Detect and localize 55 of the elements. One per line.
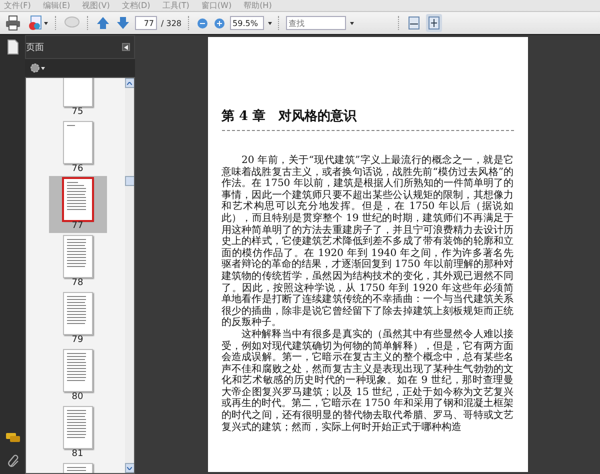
- body-paragraph: 这种解释当中有很多是真实的（虽然其中有些显然令人难以接受，例如对现代建筑确切为何物的简单解释），但是，它有两方面会造成误解。第一，它暗示在复古主义的整个概念中，总有某些名声不佳和腐败之处，然而复古主义是表现出现了某种生气勃勃的文化和艺术敏感的历史时代的一种现象。如在 9 世纪，那时查理曼大帝企图复兴罗马建筑；以及 15 世纪，正处于如今称为文艺复兴或再生的时代。第二，它暗示在 1750 年和采用了钢和混凝土框架的时代之间，还有很明显的替代物去取代希腊、罗马、哥特或文艺复兴式的建筑；然而，实际上何时开始正式于哪种构造: [222, 328, 514, 434]
- plus-circle-icon: [214, 18, 225, 28]
- caret-icon: [44, 22, 48, 24]
- page-thumbnail-tile[interactable]: 78: [48, 233, 106, 290]
- zoom-field[interactable]: 59.5%: [230, 16, 264, 30]
- page-number: 79: [72, 335, 84, 346]
- down-chevron-icon: [127, 466, 132, 470]
- left-triangle-icon: [124, 44, 128, 50]
- page-number: 76: [72, 164, 84, 175]
- fit-width-icon: [406, 16, 421, 30]
- scrollbar-thumb[interactable]: [124, 176, 134, 186]
- caret-icon: [41, 66, 45, 70]
- caret-icon: [268, 22, 272, 24]
- page-thumbnail-tile[interactable]: 81: [48, 404, 106, 461]
- page-number: 81: [72, 449, 84, 460]
- find-field[interactable]: 查找: [286, 16, 346, 30]
- chapter-heading: 第 4 章 对风格的意识: [222, 108, 358, 125]
- printer-icon: [5, 15, 21, 31]
- fit-width-button[interactable]: [406, 14, 422, 32]
- page-number-field[interactable]: 77: [135, 16, 157, 30]
- paperclip-icon: [6, 454, 18, 468]
- page-number: 80: [72, 392, 84, 403]
- page-thumbnail: [62, 121, 92, 164]
- page-thumbnail-tile[interactable]: 80: [48, 347, 106, 404]
- page-count: / 328: [161, 18, 182, 28]
- gear-icon: [30, 63, 40, 73]
- scroll-up-button[interactable]: [124, 78, 134, 88]
- page-thumbnail-tile[interactable]: 76: [48, 119, 106, 176]
- speech-bubbles-icon: [4, 432, 20, 444]
- fit-page-icon: [426, 16, 441, 30]
- print-button[interactable]: [4, 14, 22, 32]
- page-number: 75: [72, 107, 84, 118]
- document-icon: [27, 15, 43, 31]
- minus-circle-icon: [196, 18, 208, 28]
- page-number: 77: [72, 221, 84, 232]
- page-thumbnail: [62, 349, 92, 392]
- pages-icon: [6, 39, 20, 55]
- panel-title: 页面: [26, 42, 44, 54]
- up-arrow-icon: [96, 16, 110, 30]
- page-number: 78: [72, 278, 84, 289]
- collapse-button[interactable]: [122, 43, 130, 51]
- page-thumbnail-tile[interactable]: 75: [48, 78, 106, 119]
- page-thumbnail-tile[interactable]: 77: [48, 176, 106, 233]
- create-pdf-button[interactable]: [26, 14, 49, 32]
- page-thumbnail: [62, 292, 92, 335]
- fit-page-button[interactable]: [426, 14, 442, 32]
- scroll-down-button[interactable]: [124, 463, 134, 473]
- down-arrow-icon: [116, 16, 130, 30]
- up-chevron-icon: [127, 82, 132, 84]
- page-thumbnail: [62, 235, 92, 278]
- page-thumbnail: [62, 178, 92, 221]
- page-thumbnail-tile[interactable]: 79: [48, 290, 106, 347]
- body-paragraph: 20 年前，关于“现代建筑”字义上最流行的概念之一，就是它意味着战胜复古主义，或者换句话说，战胜先前“模仿过去风格”的作法。在 1750 年以前，建筑是根据人们所熟知的一件简单明了的事情，因此一个建筑师只要不超出某些公认规矩的限制，其想像力和艺术构思可以充分地发挥。但是，在 1750 年以后（据说如此），而且特别是贯穿整个 19 世纪的时期，建筑师们不再满足于用这种简单明了的方法去重建房子了，并且宁可浪费精力去设计历史上的样式，它使建筑艺术降低到差不多成了带有装饰的轮廓和立面的模仿作品了。在 1920 年到 1940 年之间，作为许多著名先驱者辩论的革命的结果，才逐渐回复到 1750 年以前理解的那种对建筑物的传统哲学，虽然因为结构技术的变化，其外观已迥然不同了。因此，按照这种学说，从 1750 年到 1920 年这些年必须简单地看作是打断了连续建筑传统的不幸插曲：一个与当代建筑关系很少的插曲，除非是说它曾经留下了除去掉建筑上刻板规矩而正统的反叛种子。: [222, 155, 514, 328]
- page-thumbnail: [62, 406, 92, 449]
- caret-icon: [350, 22, 354, 24]
